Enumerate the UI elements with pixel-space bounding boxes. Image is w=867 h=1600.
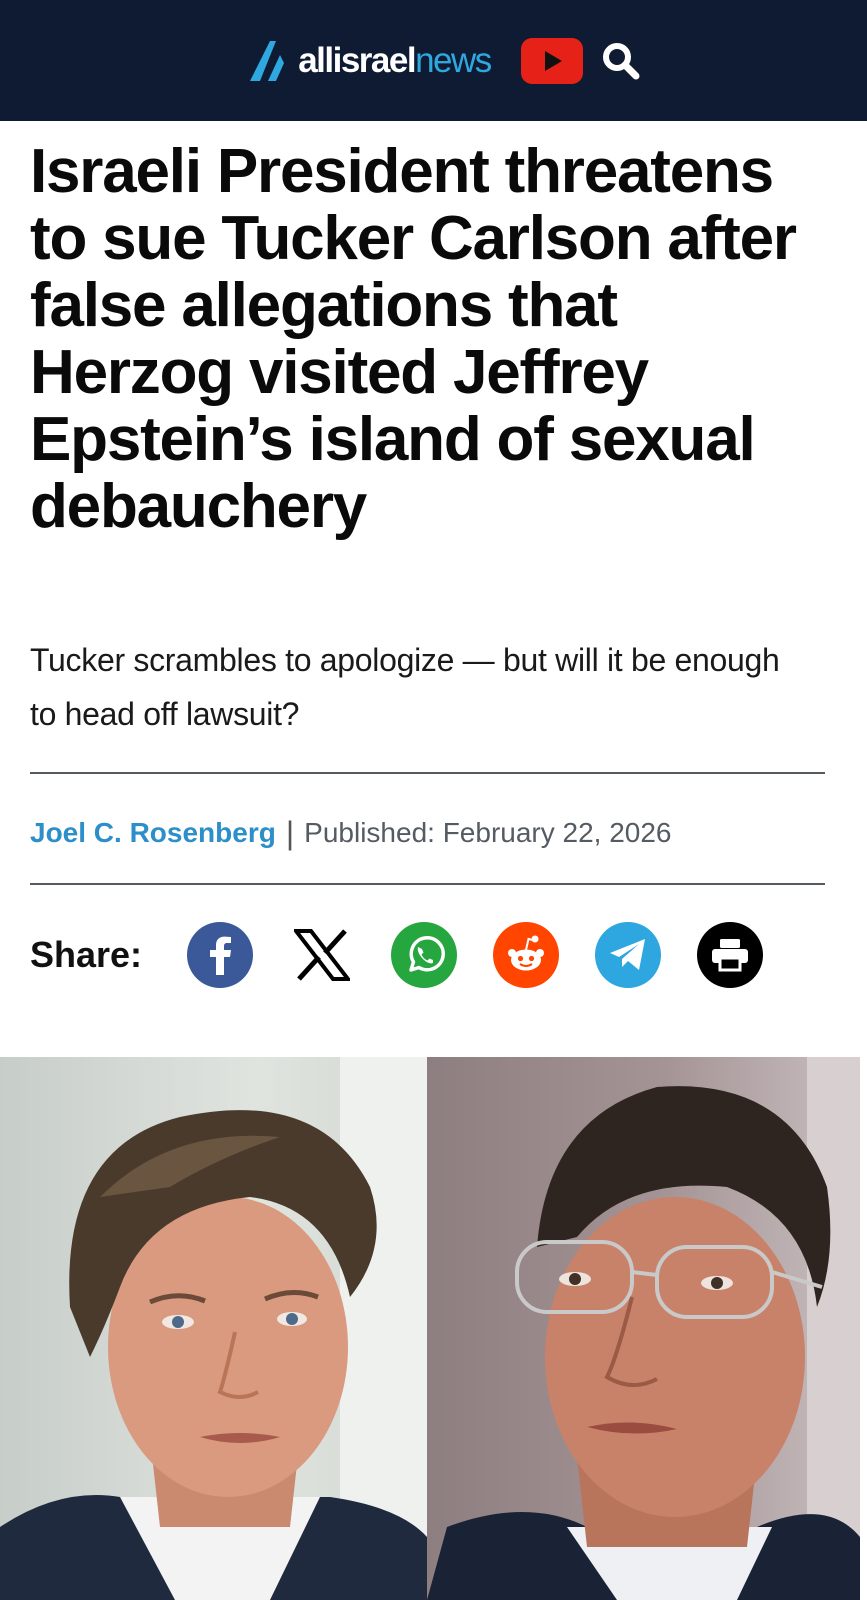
- logo-text: allisraelnews: [298, 41, 492, 80]
- share-reddit-button[interactable]: [493, 922, 560, 988]
- share-x-button[interactable]: [289, 922, 356, 988]
- byline: Joel C. Rosenberg | Published: February …: [30, 812, 672, 854]
- byline-separator: |: [285, 814, 295, 851]
- article-headline: Israeli President threatens to sue Tucke…: [30, 137, 797, 541]
- publish-date: Published: February 22, 2026: [304, 817, 672, 848]
- logo-text-news: news: [415, 41, 492, 80]
- article-page: allisraelnews Israeli President threaten…: [0, 0, 867, 1600]
- search-icon: [602, 42, 640, 79]
- printer-icon: [712, 939, 749, 972]
- whatsapp-icon: [409, 936, 446, 972]
- logo-text-all: allisrael: [298, 41, 416, 80]
- logo-mark-icon: [250, 40, 285, 81]
- share-label: Share:: [30, 934, 143, 975]
- share-telegram-button[interactable]: [595, 922, 662, 988]
- portrait-left-illustration: [0, 1057, 427, 1600]
- search-button[interactable]: [601, 41, 641, 81]
- share-print-button[interactable]: [697, 922, 764, 988]
- youtube-button[interactable]: [520, 37, 583, 84]
- author-link[interactable]: Joel C. Rosenberg: [30, 817, 276, 849]
- article-subhead: Tucker scrambles to apologize — but will…: [30, 642, 780, 732]
- divider-top: [30, 772, 825, 774]
- portrait-right: [427, 1057, 860, 1600]
- share-bar: Share:: [30, 920, 799, 990]
- site-logo[interactable]: allisraelnews: [246, 31, 492, 91]
- share-whatsapp-button[interactable]: [391, 922, 458, 988]
- telegram-icon: [610, 939, 646, 970]
- divider-bottom: [30, 883, 825, 885]
- facebook-icon: [210, 936, 232, 975]
- portrait-right-illustration: [427, 1057, 860, 1600]
- portrait-left: [0, 1057, 427, 1600]
- share-facebook-button[interactable]: [187, 922, 254, 988]
- lead-image: [0, 1057, 860, 1600]
- reddit-icon: [508, 935, 545, 971]
- x-icon: [294, 929, 351, 981]
- header-controls: allisraelnews: [246, 31, 641, 91]
- site-header: allisraelnews: [0, 0, 867, 121]
- youtube-icon: [544, 50, 562, 71]
